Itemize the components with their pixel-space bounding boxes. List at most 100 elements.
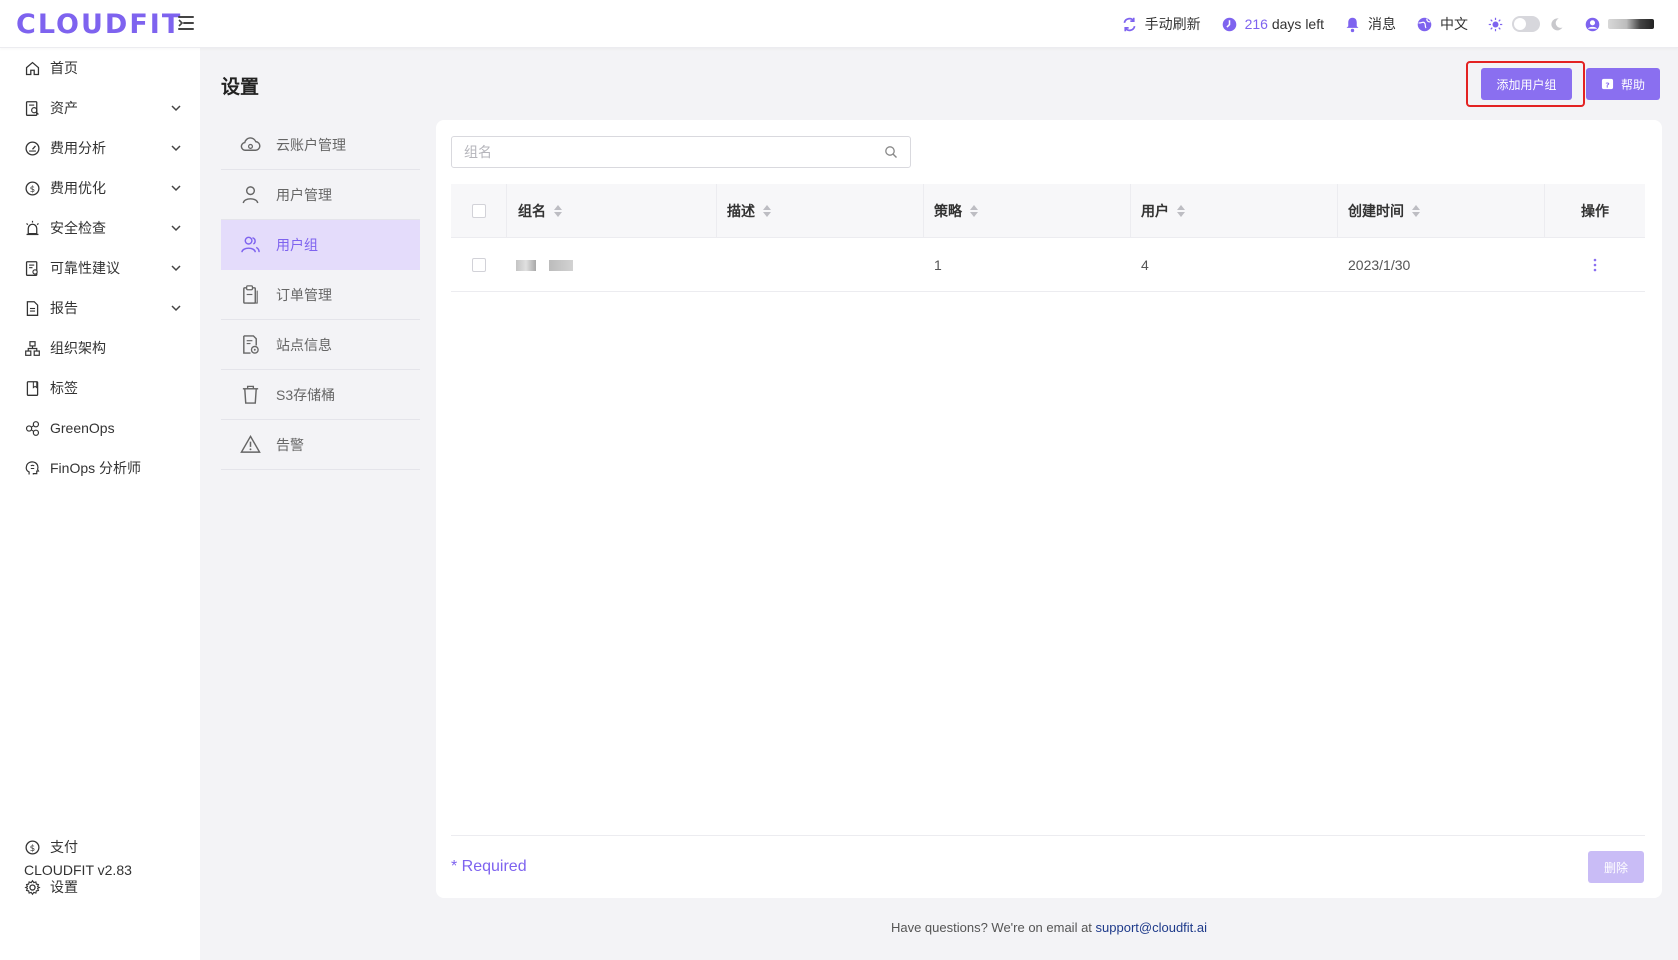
chevron-down-icon: [171, 185, 181, 192]
column-header-policy[interactable]: 策略: [924, 184, 1131, 238]
sidebar-item-tags[interactable]: 标签: [0, 368, 200, 408]
sort-icon[interactable]: [1177, 205, 1185, 217]
dollar-icon: $: [25, 839, 40, 855]
column-header-group-name[interactable]: 组名: [507, 184, 717, 238]
cell-description: [717, 238, 924, 292]
settings-submenu: 云账户管理 用户管理 用户组 订单管理 站点信息 S3存储桶 告警: [221, 120, 420, 470]
sort-icon[interactable]: [970, 205, 978, 217]
messages-label: 消息: [1368, 16, 1396, 32]
support-email-link[interactable]: support@cloudfit.ai: [1096, 920, 1207, 935]
sidebar-item-label: 支付: [50, 839, 78, 855]
submenu-item-users[interactable]: 用户管理: [221, 170, 420, 220]
submenu-item-label: 用户管理: [276, 186, 332, 203]
clipboard-icon: [243, 285, 258, 304]
sidebar-item-reliability[interactable]: 可靠性建议: [0, 248, 200, 288]
sidebar-item-payment[interactable]: $ 支付: [0, 827, 200, 867]
user-icon: [242, 186, 259, 204]
org-icon: [25, 340, 40, 356]
sidebar-item-home[interactable]: 首页: [0, 48, 200, 88]
table-row: 1 4 2023/1/30: [451, 238, 1645, 292]
submenu-item-cloud-accounts[interactable]: 云账户管理: [221, 120, 420, 170]
sidebar-item-cost-analysis[interactable]: 费用分析: [0, 128, 200, 168]
column-header-created-time[interactable]: 创建时间: [1338, 184, 1545, 238]
refresh-icon: [1123, 17, 1136, 31]
cell-created-time: 2023/1/30: [1348, 257, 1411, 273]
sort-icon[interactable]: [763, 205, 771, 217]
sidebar-item-security-check[interactable]: 安全检查: [0, 208, 200, 248]
submenu-item-label: 用户组: [276, 236, 318, 253]
sidebar-item-label: 标签: [50, 380, 78, 396]
users-icon: [241, 236, 260, 253]
sun-icon: [1488, 17, 1503, 31]
submenu-item-s3-buckets[interactable]: S3存储桶: [221, 370, 420, 420]
moon-icon: [1551, 17, 1563, 30]
sidebar-item-cost-optimization[interactable]: $ 费用优化: [0, 168, 200, 208]
submenu-item-site-info[interactable]: 站点信息: [221, 320, 420, 370]
user-menu[interactable]: [1584, 16, 1654, 33]
sidebar-item-organization[interactable]: 组织架构: [0, 328, 200, 368]
header-checkbox-cell: [451, 184, 507, 238]
delete-button[interactable]: 删除: [1588, 851, 1644, 883]
submenu-item-orders[interactable]: 订单管理: [221, 270, 420, 320]
sort-icon[interactable]: [554, 205, 562, 217]
select-all-checkbox[interactable]: [472, 204, 486, 218]
language-label: 中文: [1440, 16, 1468, 32]
table-header: 组名 描述 策略 用户 创建时间 操作: [451, 184, 1645, 238]
sidebar-item-label: 安全检查: [50, 220, 106, 236]
row-checkbox-cell: [451, 238, 507, 292]
chevron-down-icon: [171, 305, 181, 312]
language-switch[interactable]: 中文: [1416, 14, 1468, 34]
refresh-button[interactable]: 手动刷新: [1121, 14, 1201, 34]
svg-text:?: ?: [1605, 80, 1609, 89]
column-header-users[interactable]: 用户: [1131, 184, 1338, 238]
cell-policy: 1: [934, 257, 942, 273]
menu-toggle-icon[interactable]: [176, 14, 196, 32]
sidebar-item-reports[interactable]: 报告: [0, 288, 200, 328]
sort-icon[interactable]: [1412, 205, 1420, 217]
sidebar: 首页 资产 费用分析 $ 费用优化 安全检查 可靠性建议 报告 组织架构 标签: [0, 48, 200, 960]
sidebar-item-greenops[interactable]: GreenOps: [0, 408, 200, 448]
site-icon: [243, 335, 259, 354]
sidebar-item-label: 可靠性建议: [50, 260, 120, 276]
help-button[interactable]: ? 帮助: [1586, 68, 1660, 100]
top-bar: CLOUDFIT 手动刷新 216 days left 消息 中文: [0, 0, 1678, 48]
search-icon[interactable]: [884, 145, 898, 159]
more-actions-icon[interactable]: [1587, 257, 1603, 273]
logo[interactable]: CLOUDFIT: [16, 9, 182, 40]
gauge-icon: [25, 140, 40, 156]
page-footer: Have questions? We're on email at suppor…: [436, 920, 1662, 935]
subscription-days[interactable]: 216 days left: [1221, 16, 1324, 33]
leaf-icon: [25, 420, 40, 436]
footer-question-text: Have questions? We're on email at: [890, 920, 1092, 935]
theme-switch[interactable]: [1488, 16, 1564, 32]
redacted-text: [516, 259, 536, 271]
cell-actions: [1545, 238, 1645, 292]
sidebar-item-label: 报告: [50, 300, 78, 316]
main-panel: 组名 描述 策略 用户 创建时间 操作: [436, 120, 1662, 898]
submenu-item-alerts[interactable]: 告警: [221, 420, 420, 470]
submenu-item-label: 云账户管理: [276, 136, 346, 153]
sidebar-item-label: GreenOps: [50, 420, 115, 436]
alarm-icon: [26, 220, 39, 235]
messages-button[interactable]: 消息: [1344, 14, 1396, 34]
globe-icon: [1417, 17, 1432, 31]
theme-toggle[interactable]: [1512, 16, 1540, 32]
chevron-down-icon: [171, 105, 181, 112]
redacted-text: [549, 259, 573, 271]
sidebar-item-label: 组织架构: [50, 340, 106, 356]
help-icon: ?: [1601, 78, 1614, 89]
warning-icon: [240, 434, 261, 453]
search-box: [451, 136, 911, 168]
submenu-item-user-groups[interactable]: 用户组: [221, 220, 420, 270]
sidebar-item-label: 费用优化: [50, 180, 106, 196]
group-name-search-input[interactable]: [464, 144, 884, 160]
dollar-icon: $: [25, 180, 40, 196]
column-header-actions: 操作: [1581, 203, 1609, 219]
column-header-description[interactable]: 描述: [717, 184, 924, 238]
add-user-group-button[interactable]: 添加用户组: [1481, 68, 1572, 100]
sidebar-item-assets[interactable]: 资产: [0, 88, 200, 128]
sidebar-item-finops-analyst[interactable]: FinOps 分析师: [0, 448, 200, 488]
bell-icon: [1346, 17, 1359, 32]
sidebar-item-label: 费用分析: [50, 140, 106, 156]
row-checkbox[interactable]: [472, 258, 486, 272]
